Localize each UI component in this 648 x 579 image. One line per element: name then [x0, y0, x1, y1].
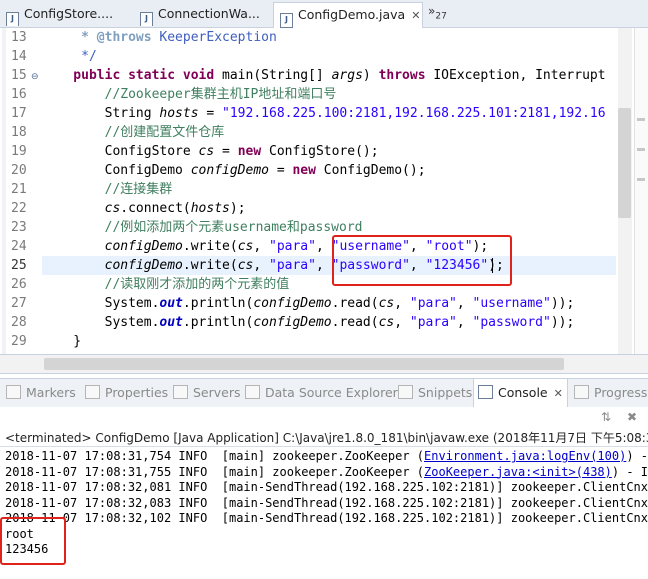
code-line: System.out.println(configDemo.read(cs, "… — [42, 315, 575, 330]
snippets-icon — [398, 385, 413, 399]
console-line: 2018-11-07 17:08:31,755 INFO [main] zook… — [5, 464, 648, 479]
line-number: 26 — [11, 277, 27, 292]
code-line: */ — [42, 49, 97, 64]
code-line: //连接集群 — [42, 182, 173, 197]
editor-tab-bar: J ConfigStore.... J ConnectionWa... J Confi… — [0, 0, 648, 28]
line-number: 20 — [11, 163, 27, 178]
properties-icon — [85, 385, 100, 399]
tab-progress[interactable]: Progress — [574, 379, 647, 407]
tab-snippets[interactable]: Snippets — [398, 379, 472, 407]
code-line: cs.connect(hosts); — [42, 201, 246, 216]
line-number: 21 — [11, 182, 27, 197]
tab-properties[interactable]: Properties — [85, 379, 168, 407]
code-editor[interactable]: 13 14 15 16 17 18 19 20 21 22 23 24 25 2… — [0, 28, 648, 355]
horizontal-scrollbar[interactable] — [0, 355, 648, 374]
console-icon — [478, 385, 493, 399]
java-file-icon: J — [6, 12, 19, 26]
code-line: String hosts = "192.168.225.100:2181,192… — [42, 106, 606, 121]
line-number: 25 — [11, 258, 27, 273]
code-line: * @throws KeeperException — [42, 30, 277, 45]
code-line: //创建配置文件仓库 — [42, 125, 225, 140]
progress-icon — [574, 385, 589, 399]
scrollbar-thumb[interactable] — [44, 358, 564, 370]
line-number: 17 — [11, 106, 27, 121]
tab-overflow-count: 27 — [435, 11, 447, 22]
code-line: //读取刚才添加的两个元素的值 — [42, 277, 290, 292]
line-number: 19 — [11, 144, 27, 159]
code-line: ConfigDemo configDemo = new ConfigDemo()… — [42, 163, 426, 178]
code-line: } — [42, 334, 82, 349]
tab-label: ConfigStore.... — [24, 6, 114, 21]
overview-ruler[interactable] — [634, 28, 648, 354]
line-number: 16 — [11, 87, 27, 102]
tab-label: ConfigDemo.java — [298, 7, 406, 22]
line-number: 18 — [11, 125, 27, 140]
views-tab-bar: Markers Properties Servers Data Source E… — [0, 378, 648, 408]
text-caret — [492, 258, 493, 273]
fold-toggle-icon[interactable]: ⊖ — [31, 72, 39, 82]
tab-configdemo[interactable]: J ConfigDemo.java ✕ — [273, 2, 423, 28]
overview-marker[interactable] — [637, 118, 645, 121]
tab-data-source-explorer[interactable]: Data Source Explorer — [245, 379, 398, 407]
overview-marker[interactable] — [637, 148, 645, 151]
code-line: ConfigStore cs = new ConfigStore(); — [42, 144, 379, 159]
line-number: 24 — [11, 239, 27, 254]
overview-marker[interactable] — [637, 178, 645, 181]
console-line: 2018-11-07 17:08:31,754 INFO [main] zook… — [5, 449, 648, 463]
stack-link[interactable]: Environment.java:logEnv(100) — [424, 449, 626, 463]
code-area[interactable]: * @throws KeeperException */ public stat… — [42, 28, 616, 354]
tab-overflow-button[interactable]: »27 — [428, 4, 447, 21]
tab-connectionwatcher[interactable]: J ConnectionWa... — [134, 2, 270, 26]
data-source-icon — [245, 385, 260, 399]
annotation-ruler — [2, 28, 6, 354]
current-code-line: configDemo.write(cs, "para", "password",… — [42, 256, 616, 275]
line-number: 27 — [11, 296, 27, 311]
tab-configstore[interactable]: J ConfigStore.... — [0, 2, 132, 26]
tab-servers[interactable]: Servers — [173, 379, 241, 407]
line-number: 13 — [11, 30, 27, 45]
java-file-icon: J — [140, 12, 153, 26]
remove-launch-icon[interactable]: ✖ — [624, 409, 640, 425]
terminated-status: <terminated> ConfigDemo [Java Applicatio… — [5, 431, 648, 445]
line-number: 22 — [11, 201, 27, 216]
line-number: 28 — [11, 315, 27, 330]
code-line: configDemo.write(cs, "para", "username",… — [42, 239, 489, 254]
servers-icon — [173, 385, 188, 399]
code-line: //Zookeeper集群主机IP地址和端口号 — [42, 87, 337, 102]
stack-link[interactable]: ZooKeeper.java:<init>(438) — [424, 465, 612, 479]
console-line: 2018-11-07 17:08:32,081 INFO [main-SendT… — [5, 480, 648, 494]
code-line: System.out.println(configDemo.read(cs, "… — [42, 296, 575, 311]
highlight-annotation-box — [332, 235, 512, 286]
highlight-annotation-box — [0, 517, 66, 565]
markers-icon — [6, 385, 21, 399]
line-number: 29 — [11, 334, 27, 349]
line-number: 23 — [11, 220, 27, 235]
close-icon[interactable]: ✕ — [411, 9, 420, 22]
console-line: 2018-11-07 17:08:32,102 INFO [main-SendT… — [5, 511, 648, 525]
tab-label: ConnectionWa... — [158, 6, 260, 21]
java-file-icon: J — [280, 13, 293, 28]
pin-console-icon[interactable]: ⇅ — [598, 409, 614, 425]
line-number-gutter: 13 14 15 16 17 18 19 20 21 22 23 24 25 2… — [0, 28, 40, 354]
close-icon[interactable]: ✕ — [554, 387, 563, 400]
code-line: public static void main(String[] args) t… — [42, 68, 606, 83]
code-line: //例如添加两个元素username和password — [42, 220, 363, 235]
scrollbar-thumb[interactable] — [618, 108, 631, 218]
console-toolbar: ⇅ ✖ — [0, 407, 648, 429]
console-output[interactable]: 2018-11-07 17:08:31,754 INFO [main] zook… — [0, 446, 648, 579]
console-line: 2018-11-07 17:08:32,083 INFO [main-SendT… — [5, 495, 648, 510]
tab-markers[interactable]: Markers — [6, 379, 76, 407]
line-number: 14 — [11, 49, 27, 64]
tab-console[interactable]: Console ✕ — [473, 378, 568, 407]
